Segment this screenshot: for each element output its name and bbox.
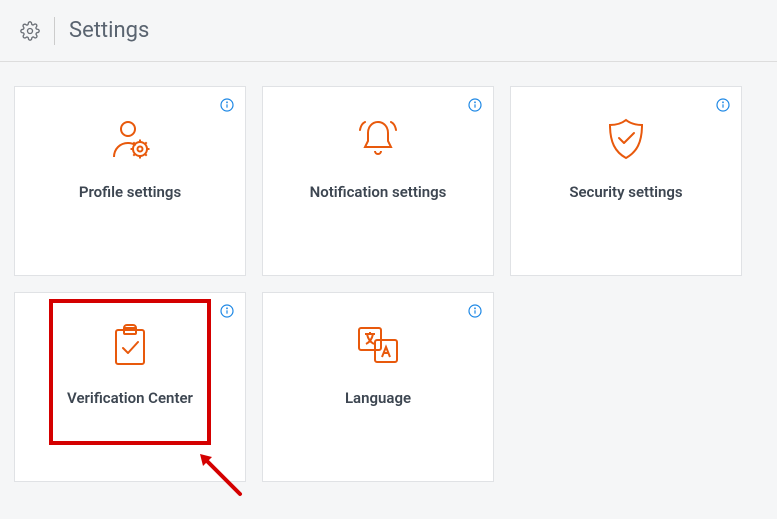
card-language[interactable]: Language xyxy=(262,292,494,482)
info-icon[interactable] xyxy=(219,97,235,113)
card-label: Language xyxy=(345,389,411,407)
page-title: Settings xyxy=(69,18,149,43)
page-header: Settings xyxy=(0,0,777,62)
card-label: Notification settings xyxy=(310,183,447,201)
card-security-settings[interactable]: Security settings xyxy=(510,86,742,276)
settings-grid: Profile settings Notification settings xyxy=(0,62,777,506)
card-label: Security settings xyxy=(569,183,682,201)
info-icon[interactable] xyxy=(715,97,731,113)
card-profile-settings[interactable]: Profile settings xyxy=(14,86,246,276)
info-icon[interactable] xyxy=(219,303,235,319)
info-icon[interactable] xyxy=(467,97,483,113)
card-verification-center[interactable]: Verification Center xyxy=(14,292,246,482)
profile-icon xyxy=(106,113,154,165)
shield-icon xyxy=(603,113,649,165)
card-notification-settings[interactable]: Notification settings xyxy=(262,86,494,276)
header-divider xyxy=(54,17,55,45)
info-icon[interactable] xyxy=(467,303,483,319)
gear-icon xyxy=(20,21,40,41)
clipboard-check-icon xyxy=(109,319,151,371)
language-icon xyxy=(355,319,401,371)
bell-icon xyxy=(354,113,402,165)
card-label: Verification Center xyxy=(67,389,193,407)
card-label: Profile settings xyxy=(79,183,181,201)
